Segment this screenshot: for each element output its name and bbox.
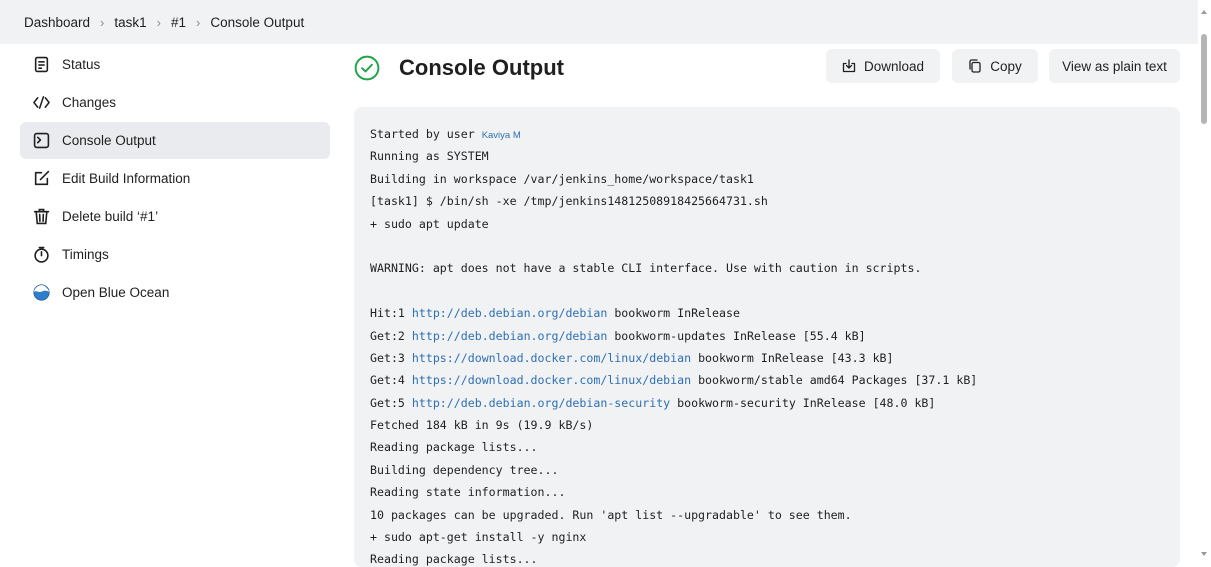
- console-line: Reading package lists...: [370, 548, 1164, 567]
- scrollbar-thumb[interactable]: [1201, 34, 1207, 124]
- breadcrumb-separator: ›: [157, 15, 161, 30]
- console-text: bookworm-updates InRelease [55.4 kB]: [607, 329, 865, 343]
- edit-icon: [33, 170, 50, 187]
- download-button[interactable]: Download: [826, 49, 940, 83]
- page-title: Console Output: [399, 55, 564, 81]
- repo-link[interactable]: http://deb.debian.org/debian: [412, 306, 607, 320]
- copy-button[interactable]: Copy: [952, 49, 1038, 83]
- console-line: Reading state information...: [370, 481, 1164, 503]
- console-text: Get:2: [370, 329, 412, 343]
- sidebar-item-changes[interactable]: Changes: [20, 84, 330, 121]
- console-text: bookworm/stable amd64 Packages [37.1 kB]: [691, 373, 977, 387]
- console-text: bookworm-security InRelease [48.0 kB]: [670, 396, 935, 410]
- console-text: bookworm InRelease: [607, 306, 740, 320]
- console-line: + sudo apt-get install -y nginx: [370, 526, 1164, 548]
- sidebar: Status Changes Console Output Edit: [20, 46, 330, 312]
- breadcrumb-separator: ›: [196, 15, 200, 30]
- console-line: + sudo apt update: [370, 213, 1164, 235]
- console-line: Get:2 http://deb.debian.org/debian bookw…: [370, 325, 1164, 347]
- document-icon: [33, 56, 50, 73]
- user-link[interactable]: Kaviya M: [482, 130, 521, 141]
- sidebar-item-open-blue-ocean[interactable]: Open Blue Ocean: [20, 274, 330, 311]
- trash-icon: [33, 208, 50, 225]
- sidebar-item-label: Timings: [62, 247, 109, 262]
- view-as-plain-text-label: View as plain text: [1062, 59, 1167, 74]
- console-blank-line: [370, 280, 1164, 302]
- sidebar-item-label: Edit Build Information: [62, 171, 190, 186]
- sidebar-item-label: Console Output: [62, 133, 156, 148]
- page-scrollbar[interactable]: [1198, 0, 1211, 562]
- console-text: Get:3: [370, 351, 412, 365]
- sidebar-item-console-output[interactable]: Console Output: [20, 122, 330, 159]
- download-icon: [842, 59, 856, 73]
- sidebar-item-label: Delete build ‘#1’: [62, 209, 158, 224]
- sidebar-item-delete-build[interactable]: Delete build ‘#1’: [20, 198, 330, 235]
- breadcrumb-separator: ›: [100, 15, 104, 30]
- console-line: WARNING: apt does not have a stable CLI …: [370, 257, 1164, 279]
- breadcrumb-console-output[interactable]: Console Output: [210, 15, 304, 30]
- console-line: Started by user Kaviya M: [370, 123, 1164, 145]
- repo-link[interactable]: https://download.docker.com/linux/debian: [412, 351, 691, 365]
- console-text: Get:5: [370, 396, 412, 410]
- console-output-panel: Started by user Kaviya M Running as SYST…: [354, 107, 1180, 567]
- console-text: Started by user: [370, 127, 482, 141]
- console-line: Reading package lists...: [370, 436, 1164, 458]
- breadcrumb-task1[interactable]: task1: [114, 15, 146, 30]
- console-line: Fetched 184 kB in 9s (19.9 kB/s): [370, 414, 1164, 436]
- sidebar-item-label: Open Blue Ocean: [62, 285, 169, 300]
- sidebar-item-status[interactable]: Status: [20, 46, 330, 83]
- repo-link[interactable]: http://deb.debian.org/debian: [412, 329, 607, 343]
- console-line: Get:3 https://download.docker.com/linux/…: [370, 347, 1164, 369]
- sidebar-item-label: Status: [62, 57, 100, 72]
- console-line: Running as SYSTEM: [370, 145, 1164, 167]
- sidebar-item-edit-build-information[interactable]: Edit Build Information: [20, 160, 330, 197]
- console-text: Get:4: [370, 373, 412, 387]
- terminal-icon: [33, 132, 50, 149]
- view-as-plain-text-button[interactable]: View as plain text: [1049, 49, 1180, 83]
- success-check-icon: [354, 55, 380, 81]
- console-line: Hit:1 http://deb.debian.org/debian bookw…: [370, 302, 1164, 324]
- console-text: bookworm InRelease [43.3 kB]: [691, 351, 893, 365]
- console-line: Get:4 https://download.docker.com/linux/…: [370, 369, 1164, 391]
- console-line: [task1] $ /bin/sh -xe /tmp/jenkins148125…: [370, 190, 1164, 212]
- breadcrumb-dashboard[interactable]: Dashboard: [24, 15, 90, 30]
- blue-ocean-icon: [33, 284, 50, 301]
- download-label: Download: [864, 59, 924, 74]
- console-line: Get:5 http://deb.debian.org/debian-secur…: [370, 392, 1164, 414]
- copy-icon: [968, 59, 982, 73]
- breadcrumb: Dashboard › task1 › #1 › Console Output: [0, 0, 1198, 44]
- console-blank-line: [370, 235, 1164, 257]
- copy-label: Copy: [990, 59, 1022, 74]
- scroll-down-arrow-icon[interactable]: [1201, 552, 1207, 556]
- console-line: Building dependency tree...: [370, 459, 1164, 481]
- sidebar-item-timings[interactable]: Timings: [20, 236, 330, 273]
- repo-link[interactable]: https://download.docker.com/linux/debian: [412, 373, 691, 387]
- console-text: Hit:1: [370, 306, 412, 320]
- console-line: Building in workspace /var/jenkins_home/…: [370, 168, 1164, 190]
- stopwatch-icon: [33, 246, 50, 263]
- console-line: 10 packages can be upgraded. Run 'apt li…: [370, 504, 1164, 526]
- sidebar-item-label: Changes: [62, 95, 116, 110]
- repo-link[interactable]: http://deb.debian.org/debian-security: [412, 396, 670, 410]
- scroll-up-arrow-icon[interactable]: [1201, 10, 1207, 14]
- code-icon: [33, 94, 50, 111]
- page-header: Console Output: [354, 50, 564, 86]
- breadcrumb-build-1[interactable]: #1: [171, 15, 186, 30]
